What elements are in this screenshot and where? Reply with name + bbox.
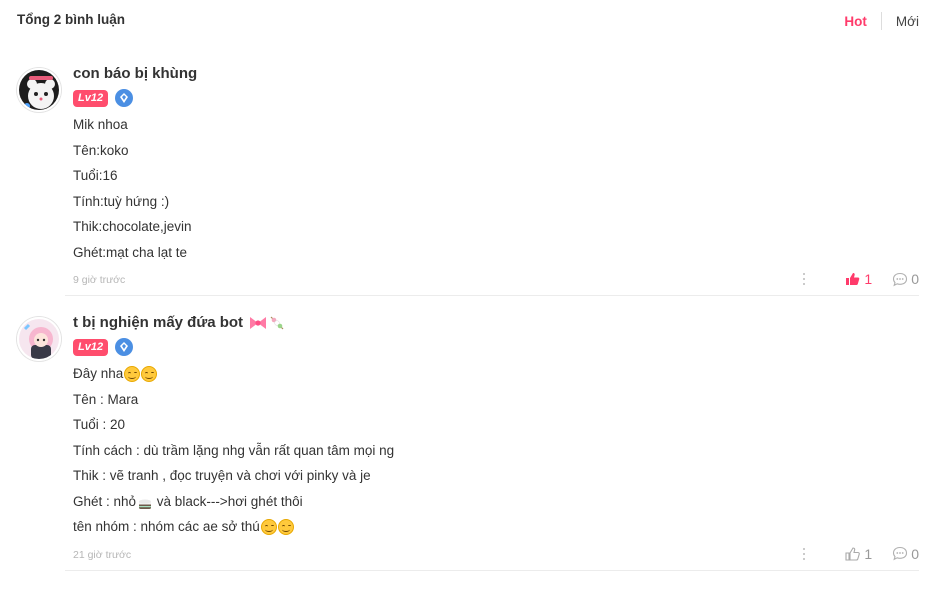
total-comments-label: Tổng 2 bình luận [17,12,125,27]
vip-diamond-icon [115,338,134,356]
vip-diamond-icon [115,89,134,107]
like-count: 1 [864,545,873,562]
comment-meta: 21 giờ trước 1 0 [73,544,919,568]
smile-emoji-icon [141,365,158,382]
comment-meta: 9 giờ trước 1 0 [73,269,919,293]
user-badges: Lv12 [73,88,919,108]
sort-tabs: Hot Mới [844,12,919,30]
comment-line: Đây nha [73,361,919,387]
like-button[interactable]: 1 [845,546,872,562]
comment-body: Đây nha Tên : Mara Tuổi : 20 Tính cách :… [73,361,919,540]
level-badge: Lv12 [73,89,109,107]
reply-count: 0 [911,545,919,562]
comments-header: Tổng 2 bình luận Hot Mới [0,0,935,44]
comment-line: Tính:tuỳ hứng :) [73,193,170,209]
level-badge: Lv12 [73,338,109,356]
sort-new-tab[interactable]: Mới [896,14,919,29]
comment-line: tên nhóm : nhóm các ae sở thú [73,514,919,540]
cake-emoji-icon [137,494,153,509]
comment-line: Tuổi : 20 [73,417,126,432]
relieved-emoji-icon [277,518,294,535]
avatar[interactable] [17,317,61,361]
comment-body: Mik nhoa Tên:koko Tuổi:16 Tính:tuỳ hứng … [73,112,919,265]
reply-button[interactable]: 0 [892,271,919,287]
reply-count: 0 [911,271,919,287]
smile-emoji-icon [124,365,141,382]
comment-username[interactable]: t bị nghiện mấy đứa bot [73,313,919,333]
reply-bubble-icon [893,272,908,286]
line-text: tên nhóm : nhóm các ae sở thú [73,519,260,534]
avatar[interactable] [17,68,61,112]
comment-divider [65,295,919,296]
line-text: Đây nha [73,366,124,381]
comment-line: Thik:chocolate,jevin [73,219,192,234]
comment-time: 21 giờ trước [73,548,132,561]
sort-hot-tab[interactable]: Hot [844,14,867,29]
more-options-icon[interactable] [797,272,811,286]
comment-divider [65,570,919,571]
like-count: 1 [864,271,873,287]
comment-actions: 1 0 [797,546,919,562]
comment-line: Thik : vẽ tranh , đọc truyện và chơi với… [73,468,371,483]
username-text: con báo bị khùng [73,65,198,82]
comment-line: Mik nhoa [73,117,128,132]
like-thumb-icon [846,273,860,285]
like-button[interactable]: 1 [845,271,872,287]
sort-divider [880,12,882,30]
line-text: Ghét : nhỏ [73,493,137,509]
reply-button[interactable]: 0 [892,546,919,562]
comment-username[interactable]: con báo bị khùng [73,64,919,84]
skewer-icon [269,315,285,331]
user-badges: Lv12 [73,337,919,357]
comment-line: Ghét : nhỏ và black--->hơi ghét thôi [73,489,919,515]
comment-line: Ghét:mạt cha lạt te [73,244,188,260]
comment-line: Tính cách : dù trầm lặng nhg vẫn rất qua… [73,442,395,458]
comment-time: 9 giờ trước [73,274,126,286]
comment-line: Tuổi:16 [73,168,118,183]
relieved-emoji-icon [260,518,277,535]
comment-line: Tên : Mara [73,391,139,407]
comment-actions: 1 0 [797,271,919,287]
ribbon-bow-icon [248,315,268,331]
reply-bubble-icon [893,546,908,561]
line-text-rest: và black--->hơi ghét thôi [153,493,303,509]
username-text: t bị nghiện mấy đứa bot [73,314,244,331]
comment-line: Tên:koko [73,142,129,158]
like-thumb-icon [845,546,861,561]
more-options-icon[interactable] [797,547,811,561]
